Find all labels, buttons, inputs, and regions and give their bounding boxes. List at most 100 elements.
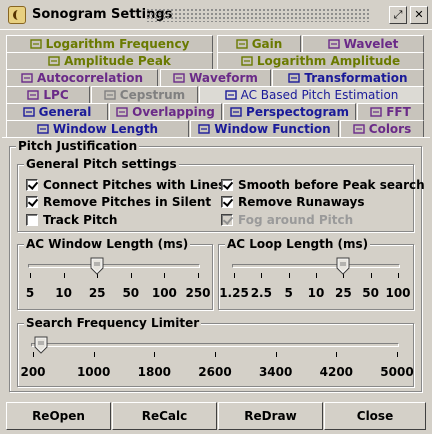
tab-row: General Overlapping Perspectogram FFT xyxy=(4,103,428,120)
checkbox-box xyxy=(221,214,233,226)
checkbox-box[interactable] xyxy=(26,179,38,191)
slider-tick xyxy=(336,352,338,357)
slider-tick xyxy=(316,273,317,278)
checkbox-smooth-before-peak-search[interactable]: Smooth before Peak search xyxy=(221,178,425,192)
log-amplitude-icon xyxy=(241,55,253,67)
slider-tick xyxy=(397,352,398,357)
tab-lpc[interactable]: LPC xyxy=(6,86,90,103)
checkbox-connect-pitches-with-lines[interactable]: Connect Pitches with Lines xyxy=(26,178,225,192)
slider-tick xyxy=(398,273,399,278)
cepstrum-icon xyxy=(104,89,116,101)
tab-label: Cepstrum xyxy=(119,88,186,102)
search-frequency-slider-track[interactable] xyxy=(31,343,399,347)
checkbox-box[interactable] xyxy=(221,179,233,191)
reopen-button[interactable]: ReOpen xyxy=(6,402,111,430)
tab-label: Gain xyxy=(251,37,283,51)
checkbox-label: Fog around Pitch xyxy=(238,213,354,227)
recalc-button[interactable]: ReCalc xyxy=(112,402,217,430)
slider-tick-label: 5 xyxy=(284,286,293,300)
slider-tick-label: 1.25 xyxy=(219,286,249,300)
general-pitch-title: General Pitch settings xyxy=(24,157,179,171)
tab-logarithm-amplitude[interactable]: Logarithm Amplitude xyxy=(217,52,424,69)
checkbox-track-pitch[interactable]: Track Pitch xyxy=(26,213,117,227)
checkbox-label: Connect Pitches with Lines xyxy=(43,178,226,192)
slider-tick-label: 4200 xyxy=(319,365,354,379)
slider-tick xyxy=(370,273,372,278)
tab-label: Waveform xyxy=(189,71,258,85)
tab-wavelet[interactable]: Wavelet xyxy=(302,35,424,52)
ac-loop-slider-thumb[interactable] xyxy=(336,257,350,275)
tab-label: Logarithm Amplitude xyxy=(256,54,401,68)
slider-tick-label: 50 xyxy=(122,286,140,300)
checkbox-box[interactable] xyxy=(221,196,233,208)
tab-label: Window Function xyxy=(214,122,331,136)
tab-label: Colors xyxy=(368,122,412,136)
search-frequency-title: Search Frequency Limiter xyxy=(24,316,202,330)
tab-label: AC Based Pitch Estimation xyxy=(240,88,399,102)
tab-cepstrum[interactable]: Cepstrum xyxy=(91,86,198,103)
slider-tick-label: 10 xyxy=(307,286,325,300)
tab-amplitude-peak[interactable]: Amplitude Peak xyxy=(6,52,213,69)
ac-window-title: AC Window Length (ms) xyxy=(24,237,191,251)
tab-transformation[interactable]: Transformation xyxy=(272,69,424,86)
tab-label: Amplitude Peak xyxy=(64,54,171,68)
tab-label: Window Length xyxy=(52,122,159,136)
tab-fft[interactable]: FFT xyxy=(357,103,424,120)
slider-tick xyxy=(261,273,263,278)
slider-tick xyxy=(288,273,290,278)
general-icon xyxy=(22,106,35,118)
checkbox-label: Smooth before Peak search xyxy=(238,178,425,192)
slider-tick xyxy=(275,352,277,357)
slider-tick-label: 1800 xyxy=(137,365,172,379)
tab-row: Window Length Window Function Colors xyxy=(4,120,428,137)
slider-tick xyxy=(63,273,65,278)
close-button[interactable]: Close xyxy=(324,402,426,430)
gain-icon xyxy=(235,38,248,50)
slider-tick-label: 100 xyxy=(151,286,177,300)
tab-autocorrelation[interactable]: Autocorrelation xyxy=(6,69,158,86)
tab-label: Logarithm Frequency xyxy=(45,37,190,51)
ac-window-group: AC Window Length (ms) xyxy=(17,237,213,310)
tab-label: Autocorrelation xyxy=(37,71,143,85)
search-frequency-slider-thumb[interactable] xyxy=(34,336,48,354)
tab-logarithm-frequency[interactable]: Logarithm Frequency xyxy=(6,35,213,52)
tab-general[interactable]: General xyxy=(6,103,108,120)
tab-overlapping[interactable]: Overlapping xyxy=(109,103,222,120)
colors-icon xyxy=(353,123,365,135)
checkbox-label: Track Pitch xyxy=(43,213,118,227)
checkbox-remove-runaways[interactable]: Remove Runaways xyxy=(221,195,364,209)
button-bar: ReOpen ReCalc ReDraw Close xyxy=(2,402,430,430)
slider-tick-label: 2.5 xyxy=(250,286,272,300)
slider-tick-label: 200 xyxy=(20,365,46,379)
title-bar-grip[interactable] xyxy=(146,8,370,22)
app-icon xyxy=(8,6,26,24)
tab-gain[interactable]: Gain xyxy=(217,35,301,52)
close-icon[interactable]: ✕ xyxy=(410,6,428,24)
tab-ac-based-pitch-estimation[interactable]: AC Based Pitch Estimation xyxy=(199,86,424,103)
checkbox-remove-pitches-in-silent[interactable]: Remove Pitches in Silent xyxy=(26,195,211,209)
fft-icon xyxy=(370,106,382,118)
waveform-icon xyxy=(173,72,185,84)
tab-label: Overlapping xyxy=(132,105,215,119)
checkbox-fog-around-pitch: Fog around Pitch xyxy=(221,213,353,227)
tab-waveform[interactable]: Waveform xyxy=(160,69,271,86)
tab-colors[interactable]: Colors xyxy=(340,120,424,137)
wavelet-icon xyxy=(327,38,340,50)
tab-row: Amplitude Peak Logarithm Amplitude xyxy=(4,52,428,69)
ac-window-slider-thumb[interactable] xyxy=(90,257,104,275)
tab-label: FFT xyxy=(386,105,411,119)
tab-perspectogram[interactable]: Perspectogram xyxy=(223,103,356,120)
redraw-button[interactable]: ReDraw xyxy=(218,402,323,430)
slider-tick-label: 3400 xyxy=(258,365,293,379)
ac-window-slider-track[interactable] xyxy=(28,264,200,268)
ac-loop-slider-track[interactable] xyxy=(232,264,400,268)
slider-tick xyxy=(130,273,132,278)
slider-tick xyxy=(30,273,31,278)
checkbox-box[interactable] xyxy=(26,196,38,208)
restore-icon[interactable]: ⤢ xyxy=(389,6,407,24)
tab-window-function[interactable]: Window Function xyxy=(190,120,339,137)
tab-window-length[interactable]: Window Length xyxy=(6,120,189,137)
slider-tick-label: 5 xyxy=(25,286,35,300)
tab-label: Wavelet xyxy=(343,37,399,51)
checkbox-box[interactable] xyxy=(26,214,38,226)
